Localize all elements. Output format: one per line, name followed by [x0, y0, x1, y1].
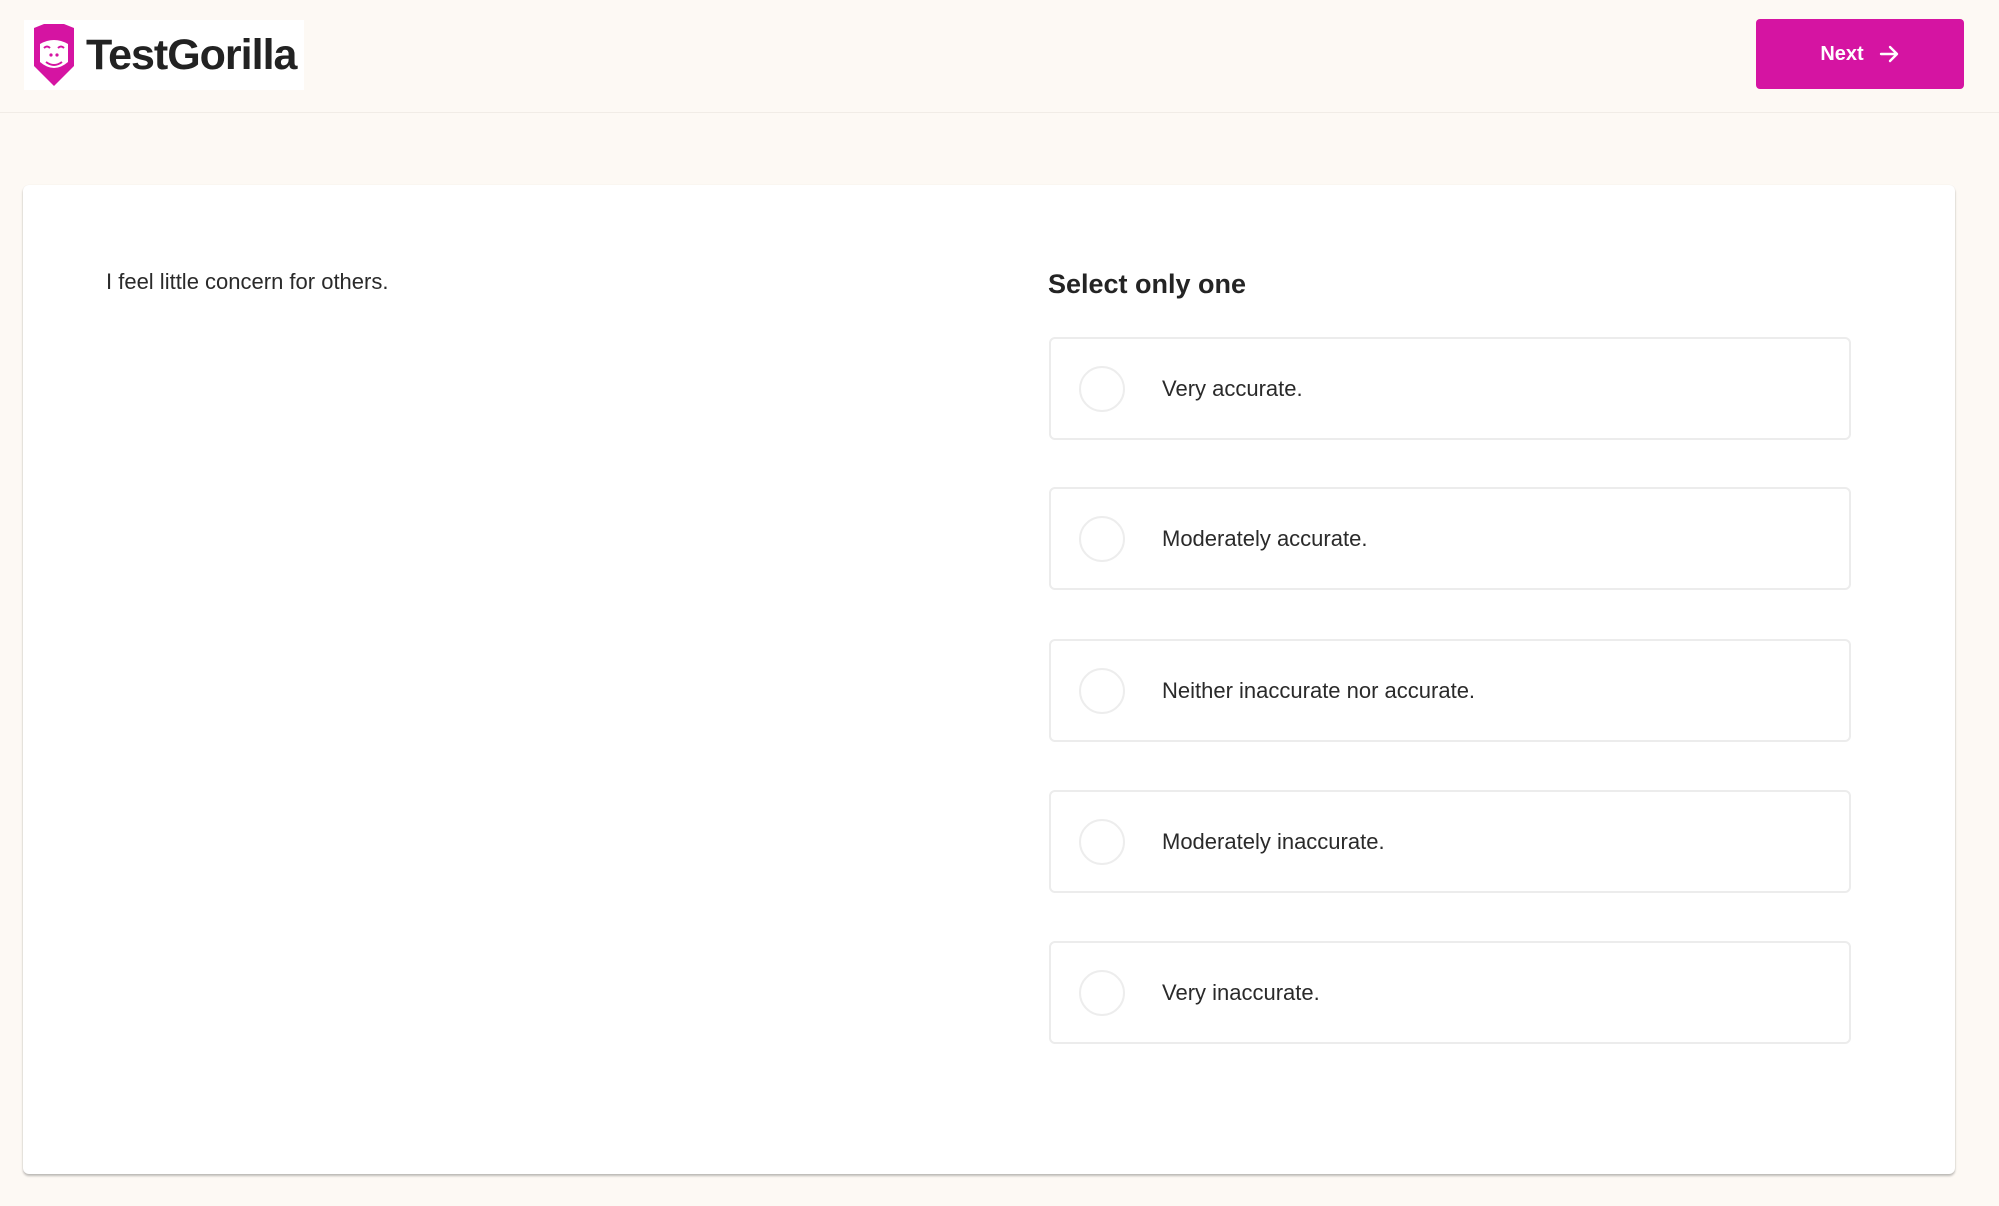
radio-button[interactable] [1079, 970, 1125, 1016]
answer-option[interactable]: Moderately accurate. [1049, 487, 1851, 590]
answer-option[interactable]: Moderately inaccurate. [1049, 790, 1851, 893]
answer-option-label: Very inaccurate. [1162, 980, 1320, 1005]
radio-button[interactable] [1079, 668, 1125, 714]
answer-option[interactable]: Neither inaccurate nor accurate. [1049, 639, 1851, 742]
brand-name: TestGorilla [86, 30, 297, 79]
brand-logo[interactable]: TestGorilla [24, 20, 305, 90]
answer-option-label: Moderately inaccurate. [1162, 829, 1385, 854]
next-button[interactable]: Next [1756, 19, 1964, 89]
question-text: I feel little concern for others. [106, 269, 389, 294]
answer-option[interactable]: Very inaccurate. [1049, 941, 1851, 1044]
question-card: I feel little concern for others. Select… [23, 185, 1955, 1174]
next-button-label: Next [1820, 42, 1864, 65]
radio-button[interactable] [1079, 366, 1125, 412]
radio-button[interactable] [1079, 516, 1125, 562]
radio-button[interactable] [1079, 819, 1125, 865]
answer-option-label: Moderately accurate. [1162, 526, 1368, 551]
arrow-right-icon [1879, 45, 1898, 63]
gorilla-logo-icon [34, 24, 74, 86]
answer-option[interactable]: Very accurate. [1049, 337, 1851, 440]
answer-option-label: Neither inaccurate nor accurate. [1162, 678, 1476, 703]
answer-option-label: Very accurate. [1162, 376, 1303, 401]
instruction-heading: Select only one [1048, 269, 1247, 299]
header: TestGorilla Next [0, 0, 1999, 113]
